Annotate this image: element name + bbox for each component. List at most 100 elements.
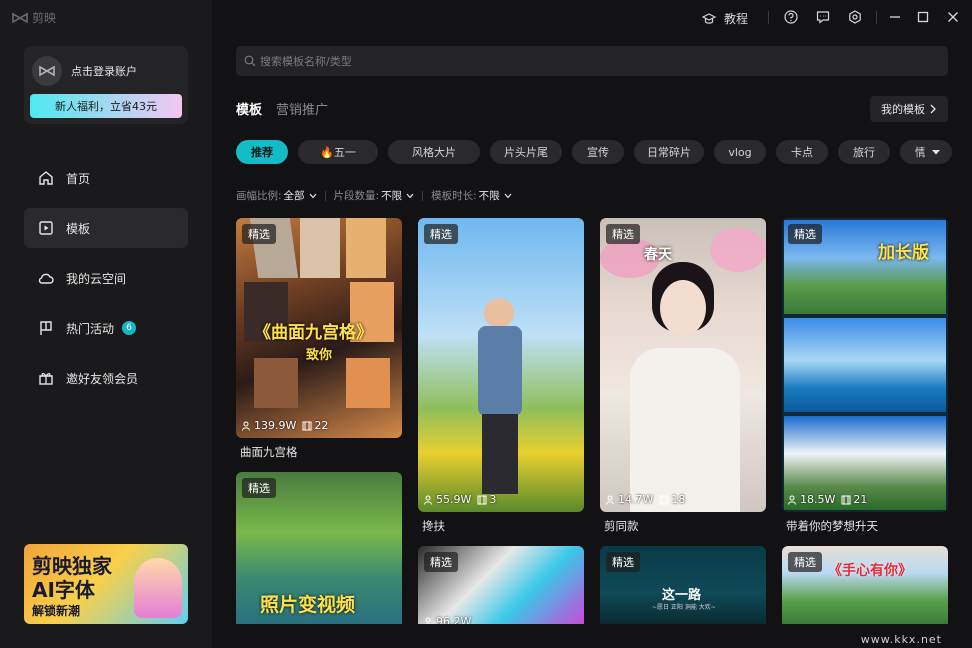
gift-icon [39, 373, 53, 385]
divider [422, 190, 424, 201]
usage-count: 55.9W [436, 493, 472, 506]
filter-ratio-select[interactable]: 全部 [284, 188, 317, 203]
card-overlay-title: 这一路 [662, 588, 702, 603]
feedback-button[interactable] [816, 10, 830, 24]
featured-tag: 精选 [242, 224, 276, 244]
close-button[interactable] [946, 10, 960, 24]
template-card[interactable]: 精选 55.9W 3 [418, 218, 584, 512]
chevron-down-icon [504, 193, 512, 198]
minimize-button[interactable] [888, 10, 902, 24]
settings-button[interactable] [848, 10, 862, 24]
sidebar-item-label: 模板 [66, 221, 91, 236]
tutorial-label: 教程 [724, 12, 749, 26]
featured-tag: 精选 [606, 224, 640, 244]
users-icon [424, 495, 432, 505]
chip-daily[interactable]: 日常碎片 [634, 140, 704, 164]
sidebar-item-invite[interactable]: 邀好友领会员 [24, 358, 188, 398]
tab-templates[interactable]: 模板 [236, 99, 262, 118]
app-title: 剪映 [32, 11, 57, 25]
login-link[interactable]: 点击登录账户 [71, 63, 137, 79]
search-bar[interactable] [236, 46, 948, 76]
sidebar-item-cloud[interactable]: 我的云空间 [24, 258, 188, 298]
usage-count: 139.9W [254, 419, 297, 432]
help-icon [784, 10, 798, 24]
search-icon [244, 55, 256, 67]
maximize-button[interactable] [916, 10, 930, 24]
my-templates-button[interactable]: 我的模板 [870, 96, 948, 122]
chip-intro-outro[interactable]: 片头片尾 [490, 140, 562, 164]
clip-count: 22 [314, 419, 329, 432]
template-card[interactable]: 加长版 精选 18.5W 21 [782, 218, 948, 512]
search-input[interactable] [260, 54, 860, 68]
login-card: 点击登录账户 新人福利，立省43元 [24, 46, 188, 124]
users-icon [788, 495, 796, 505]
thumb-face [660, 280, 706, 336]
card-title[interactable]: 曲面九宫格 [240, 444, 298, 460]
more-chips-button[interactable] [924, 140, 948, 164]
card-stats: 139.9W 22 [242, 419, 328, 432]
flag-icon [40, 321, 52, 335]
card-stats: 55.9W 3 [424, 493, 496, 506]
chip-mayday[interactable]: 🔥五一 [298, 140, 378, 164]
users-icon [606, 495, 614, 505]
users-icon [424, 617, 432, 624]
clips-icon [477, 495, 487, 504]
sidebar-item-events[interactable]: 热门活动 6 [24, 308, 188, 348]
featured-tag: 精选 [606, 552, 640, 572]
card-title[interactable]: 剪同款 [604, 518, 639, 534]
usage-count: 96.2W [436, 615, 472, 624]
filter-duration-select[interactable]: 不限 [479, 188, 512, 203]
banner-line3: 解锁新潮 [32, 604, 81, 618]
sidebar-item-templates[interactable]: 模板 [24, 208, 188, 248]
filter-clips-select[interactable]: 不限 [381, 188, 414, 203]
template-card[interactable]: 《手心有你》 精选 [782, 546, 948, 624]
chip-promo[interactable]: 宣传 [572, 140, 624, 164]
card-overlay-title: 《手心有你》 [828, 563, 912, 579]
card-overlay-title: 春天 [644, 247, 672, 263]
template-card[interactable]: 精选 96.2W [418, 546, 584, 624]
template-card[interactable]: 春天 精选 14.7W 18 [600, 218, 766, 512]
card-title[interactable]: 搀扶 [422, 518, 445, 534]
sidebar-item-home[interactable]: 首页 [24, 158, 188, 198]
template-card[interactable]: 这一路 ~愿日 正阳 洞能 大欢~ 精选 [600, 546, 766, 624]
chip-beat[interactable]: 卡点 [776, 140, 828, 164]
tab-marketing[interactable]: 营销推广 [276, 99, 328, 118]
sidebar-item-label: 首页 [66, 171, 91, 186]
ai-font-banner[interactable]: 剪映独家 AI字体 解锁新潮 [24, 544, 188, 624]
caret-down-icon [932, 149, 940, 154]
clip-count: 3 [489, 493, 497, 506]
card-overlay-title: 照片变视频 [260, 594, 356, 616]
avatar[interactable] [32, 56, 62, 86]
chip-vlog[interactable]: vlog [714, 140, 766, 164]
tutorial-button[interactable]: 教程 [702, 10, 748, 27]
chip-style[interactable]: 风格大片 [388, 140, 480, 164]
clip-count: 21 [853, 493, 868, 506]
sidebar-item-label: 我的云空间 [66, 271, 127, 286]
chip-recommend[interactable]: 推荐 [236, 140, 288, 164]
graduation-cap-icon [702, 12, 716, 24]
card-overlay-subtitle: 致你 [306, 348, 333, 363]
template-icon [39, 221, 53, 235]
help-button[interactable] [784, 10, 798, 24]
template-card[interactable]: 《曲面九宫格》 致你 精选 139.9W 22 [236, 218, 402, 438]
card-overlay-subtitle: ~愿日 正阳 洞能 大欢~ [652, 604, 716, 611]
promo-button[interactable]: 新人福利，立省43元 [30, 94, 182, 118]
home-icon [39, 171, 53, 185]
card-stats: 14.7W 18 [606, 493, 685, 506]
usage-count: 18.5W [800, 493, 836, 506]
feedback-icon [816, 11, 830, 24]
content-tabs: 模板 营销推广 [236, 99, 328, 118]
card-title[interactable]: 带着你的梦想升天 [786, 518, 878, 534]
thumb-tile [254, 358, 298, 408]
card-stats: 96.2W [424, 615, 471, 624]
chip-travel[interactable]: 旅行 [838, 140, 890, 164]
filter-clips-label: 片段数量: [333, 190, 380, 202]
clips-icon [302, 421, 312, 430]
divider [324, 190, 326, 201]
watermark: www.kkx.net [860, 633, 942, 646]
template-card[interactable]: 照片变视频 精选 [236, 472, 402, 624]
filter-ratio-value: 全部 [283, 190, 305, 202]
thumb-tile [346, 358, 390, 408]
featured-tag: 精选 [788, 224, 822, 244]
banner-line2: AI字体 [32, 578, 95, 602]
